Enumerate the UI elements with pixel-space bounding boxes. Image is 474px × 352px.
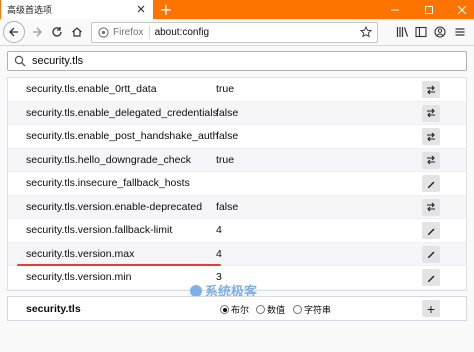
menu-icon[interactable] [450,21,470,43]
radio-button-icon[interactable] [293,305,302,314]
pref-row[interactable]: security.tls.version.enable-deprecated f… [8,195,466,219]
watermark-logo-icon [190,284,202,297]
library-icon[interactable] [392,21,412,43]
home-button[interactable] [67,21,87,43]
account-icon[interactable] [430,21,450,43]
radio-label: 数值 [267,306,286,316]
search-input[interactable] [32,55,452,67]
pref-value: 4 [216,247,222,260]
close-icon[interactable] [134,2,148,16]
radio-button-icon[interactable] [220,305,229,314]
type-radio-string[interactable]: 字符串 [293,303,331,316]
bookmark-star-icon[interactable] [359,25,373,41]
radio-label: 字符串 [304,306,332,316]
add-preference-row: security.tls 布尔 数值 字符串 + [7,296,467,321]
tab-title: 高级首选项 [7,6,53,16]
pref-value: false [216,106,239,119]
pref-row[interactable]: security.tls.enable_delegated_credential… [8,101,466,125]
pref-name: security.tls.hello_downgrade_check [26,153,191,166]
type-radio-boolean[interactable]: 布尔 [220,303,249,316]
type-radio-number[interactable]: 数值 [256,303,285,316]
preferences-table: security.tls.enable_0rtt_data true secur… [7,77,467,291]
edit-pencil-icon[interactable] [422,245,440,263]
edit-pencil-icon[interactable] [422,269,440,286]
pref-row[interactable]: security.tls.hello_downgrade_check true [8,148,466,172]
toggle-icon[interactable] [422,81,440,98]
pref-row[interactable]: security.tls.version.fallback-limit 4 [8,219,466,243]
tab-bar: 高级首选项 + [0,0,474,19]
tab-advanced-preferences[interactable]: 高级首选项 [1,0,153,19]
pref-row[interactable]: security.tls.insecure_fallback_hosts [8,172,466,196]
pref-name: security.tls.enable_0rtt_data [26,83,157,96]
preference-search[interactable] [7,51,467,71]
edit-pencil-icon[interactable] [422,222,440,239]
firefox-icon [98,27,109,38]
url-brand: Firefox [113,27,144,38]
pref-value: true [216,153,235,166]
pref-name: security.tls.insecure_fallback_hosts [26,177,190,190]
pref-value: false [216,200,239,213]
back-button[interactable] [3,21,25,43]
navigation-bar: Firefox about:config [0,19,474,46]
sidebar-icon[interactable] [411,21,431,43]
edit-pencil-icon[interactable] [422,175,440,192]
highlight-underline [17,264,221,266]
search-icon [14,55,26,67]
url-divider [148,26,150,39]
url-bar[interactable]: Firefox about:config [91,22,378,43]
new-tab-button[interactable]: + [158,0,174,19]
window-close-icon[interactable] [451,0,473,19]
pref-name: security.tls.version.max [26,247,135,260]
toggle-icon[interactable] [422,151,440,169]
toggle-icon[interactable] [422,198,440,216]
reload-button[interactable] [47,21,67,43]
radio-label: 布尔 [231,306,250,316]
pref-value: true [216,83,235,96]
maximize-icon[interactable] [418,0,440,19]
pref-name: security.tls.version.enable-deprecated [26,200,203,213]
pref-row[interactable]: security.tls.enable_post_handshake_auth … [8,125,466,149]
add-button[interactable]: + [422,300,440,317]
url-text[interactable]: about:config [155,27,210,38]
page-footer-space [0,326,474,352]
minimize-icon[interactable] [384,0,406,19]
pref-row[interactable]: security.tls.enable_0rtt_data true [8,78,466,102]
radio-button-icon[interactable] [256,305,265,314]
forward-button[interactable] [27,21,47,43]
pref-name: security.tls.version.fallback-limit [26,224,173,237]
pref-value: false [216,130,239,143]
pref-row[interactable]: security.tls.version.max 4 [8,242,466,266]
new-pref-name: security.tls [26,302,81,315]
pref-name: security.tls.version.min [26,271,132,284]
toggle-icon[interactable] [422,128,440,145]
pref-name: security.tls.enable_post_handshake_auth [26,130,219,143]
pref-name: security.tls.enable_delegated_credential… [26,106,218,119]
toggle-icon[interactable] [422,104,440,122]
pref-value: 4 [216,224,222,237]
